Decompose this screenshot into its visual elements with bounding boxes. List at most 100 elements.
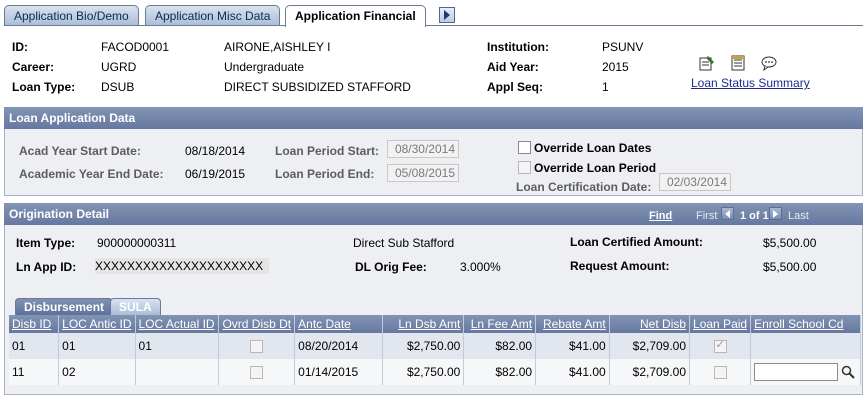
find-link[interactable]: Find — [649, 210, 672, 222]
ln-app-id-value: XXXXXXXXXXXXXXXXXXXXX — [95, 258, 270, 274]
origination-detail-section-header: Origination Detail — [4, 203, 863, 225]
loc-antic-id-cell: 02 — [58, 359, 136, 385]
id-value: FACOD0001 — [101, 40, 170, 54]
chevron-left-icon — [725, 209, 730, 218]
row-count: 1 of 1 — [740, 210, 769, 222]
rebate-amt-cell: $41.00 — [535, 359, 610, 385]
appl-seq-label: Appl Seq: — [487, 80, 543, 94]
net-disb-cell: $2,709.00 — [609, 333, 691, 359]
column-header-loc-antic-id[interactable]: LOC Antic ID — [58, 315, 136, 333]
column-header-ovrd-disb-dt[interactable]: Ovrd Disb Dt — [218, 315, 296, 333]
loan-period-start-field: 08/30/2014 — [387, 140, 459, 158]
loan-type-value: DSUB — [101, 80, 135, 94]
table-row: 11 02 01/14/2015 $2,750.00 $82.00 $41.00… — [9, 359, 861, 385]
disb-id-cell: 01 — [9, 333, 60, 359]
loan-period-end-field: 05/08/2015 — [387, 164, 459, 182]
ln-fee-amt-cell: $82.00 — [463, 333, 537, 359]
override-loan-period-label: Override Loan Period — [534, 161, 657, 175]
career-label: Career: — [12, 60, 55, 74]
last-label: Last — [788, 210, 809, 222]
loc-actual-id-cell: 01 — [135, 333, 220, 359]
edit-document-icon[interactable] — [698, 54, 716, 72]
ln-dsb-amt-cell: $2,750.00 — [382, 359, 465, 385]
chevron-right-icon — [773, 209, 778, 218]
ln-fee-amt-cell: $82.00 — [463, 359, 537, 385]
antc-date-cell: 01/14/2015 — [294, 359, 384, 385]
net-disb-cell: $2,709.00 — [609, 359, 691, 385]
loan-paid-checkbox[interactable] — [713, 366, 727, 380]
loc-actual-id-cell — [135, 359, 220, 385]
column-header-antc-date[interactable]: Antc Date — [294, 315, 384, 333]
tab-sula[interactable]: SULA — [110, 298, 161, 315]
career-value: UGRD — [101, 60, 137, 74]
item-type-value: 900000000311 — [97, 236, 177, 250]
override-loan-dates-label: Override Loan Dates — [534, 141, 652, 155]
academic-year-end-value: 06/19/2015 — [185, 167, 246, 181]
first-label: First — [696, 210, 718, 222]
ln-dsb-amt-cell: $2,750.00 — [382, 333, 465, 359]
ovrd-disb-dt-cell — [218, 333, 296, 359]
override-loan-dates-checkbox[interactable] — [518, 141, 531, 154]
table-row: 01 01 01 08/20/2014 $2,750.00 $82.00 $41… — [9, 333, 861, 359]
column-header-ln-fee-amt[interactable]: Ln Fee Amt — [463, 315, 537, 333]
student-name: AIRONE,AISHLEY I — [224, 40, 331, 54]
tab-divider — [4, 25, 863, 26]
ln-app-id-label: Ln App ID: — [16, 260, 77, 274]
column-header-loan-paid[interactable]: Loan Paid — [689, 315, 752, 333]
institution-label: Institution: — [487, 40, 549, 54]
loc-antic-id-cell: 01 — [58, 333, 136, 359]
loan-paid-cell — [689, 333, 752, 359]
column-header-net-disb[interactable]: Net Disb — [609, 315, 691, 333]
column-header-loc-actual-id[interactable]: LOC Actual ID — [135, 315, 220, 333]
aid-year-label: Aid Year: — [487, 60, 539, 74]
column-header-rebate-amt[interactable]: Rebate Amt — [535, 315, 610, 333]
tab-application-bio-demo[interactable]: Application Bio/Demo — [4, 5, 139, 26]
acad-year-start-value: 08/18/2014 — [185, 144, 246, 158]
comments-icon[interactable] — [760, 54, 778, 72]
academic-year-end-label: Academic Year End Date: — [19, 167, 164, 181]
antc-date-cell: 08/20/2014 — [294, 333, 384, 359]
tab-scroll-right-button[interactable] — [439, 7, 455, 23]
column-header-ln-dsb-amt[interactable]: Ln Dsb Amt — [382, 315, 465, 333]
request-amount-label: Request Amount: — [570, 259, 670, 273]
lookup-search-icon[interactable] — [841, 365, 856, 379]
loan-certified-amount-label: Loan Certified Amount: — [570, 235, 703, 249]
tab-application-financial[interactable]: Application Financial — [285, 5, 426, 27]
loan-certification-date-field: 02/03/2014 — [659, 173, 731, 191]
loan-period-end-label: Loan Period End: — [275, 167, 375, 181]
ovrd-disb-dt-checkbox[interactable] — [250, 340, 264, 354]
dl-orig-fee-label: DL Orig Fee: — [355, 260, 427, 274]
ovrd-disb-dt-checkbox[interactable] — [250, 366, 264, 380]
loan-application-section-header: Loan Application Data — [4, 107, 863, 129]
tab-disbursement[interactable]: Disbursement — [15, 298, 114, 315]
next-row-button[interactable] — [769, 207, 782, 220]
enroll-school-cd-input[interactable] — [754, 363, 839, 381]
loan-type-description: DIRECT SUBSIDIZED STAFFORD — [224, 80, 411, 94]
career-description: Undergraduate — [224, 60, 305, 74]
chevron-right-icon — [444, 10, 450, 20]
loan-paid-checkbox[interactable] — [713, 338, 727, 354]
loan-certification-date-label: Loan Certification Date: — [516, 180, 652, 194]
ovrd-disb-dt-cell — [218, 359, 296, 385]
enroll-school-cd-cell — [750, 359, 861, 385]
loan-period-start-label: Loan Period Start: — [275, 144, 380, 158]
override-loan-period-checkbox[interactable] — [518, 161, 531, 174]
disb-id-cell: 11 — [9, 359, 60, 385]
disbursement-grid: Disb ID LOC Antic ID LOC Actual ID Ovrd … — [9, 315, 861, 385]
request-amount-value: $5,500.00 — [763, 260, 817, 274]
column-header-disb-id[interactable]: Disb ID — [9, 315, 60, 333]
enroll-school-cd-cell — [750, 333, 861, 359]
previous-row-button[interactable] — [721, 207, 734, 220]
column-header-enroll-school-cd[interactable]: Enroll School Cd — [750, 315, 861, 333]
notes-icon[interactable] — [729, 54, 747, 72]
loan-certified-amount-value: $5,500.00 — [763, 236, 817, 250]
institution-value: PSUNV — [602, 40, 644, 54]
tab-application-misc-data[interactable]: Application Misc Data — [145, 5, 281, 26]
item-type-label: Item Type: — [16, 236, 76, 250]
item-type-description: Direct Sub Stafford — [353, 236, 455, 250]
aid-year-value: 2015 — [602, 60, 629, 74]
loan-paid-cell — [689, 359, 752, 385]
loan-status-summary-link[interactable]: Loan Status Summary — [691, 76, 810, 90]
appl-seq-value: 1 — [602, 80, 609, 94]
id-label: ID: — [12, 40, 28, 54]
